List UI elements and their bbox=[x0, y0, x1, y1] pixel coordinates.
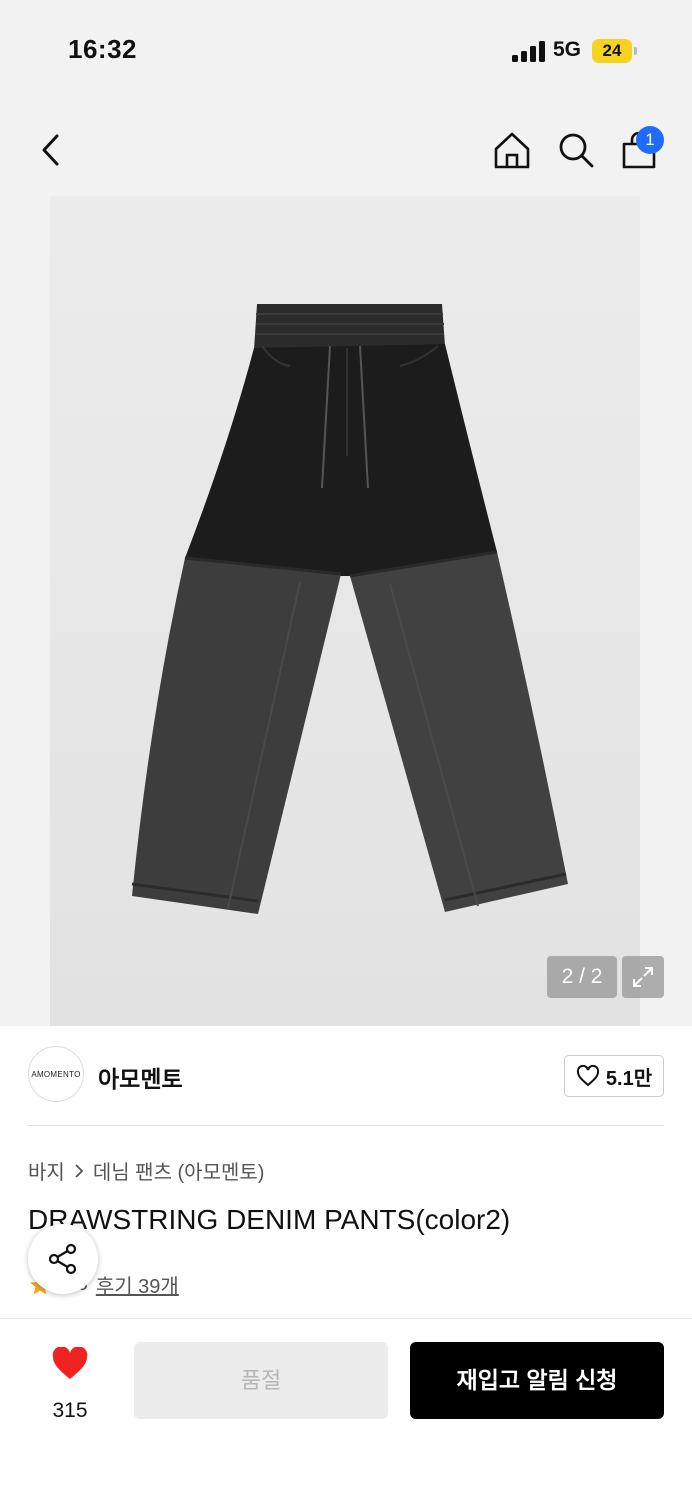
share-icon bbox=[48, 1243, 77, 1275]
wishlist-button[interactable]: 315 bbox=[28, 1346, 112, 1427]
expand-icon bbox=[633, 967, 653, 987]
breadcrumb-category[interactable]: 바지 bbox=[28, 1156, 65, 1185]
back-button[interactable] bbox=[28, 128, 72, 172]
image-pager: 2 / 2 bbox=[547, 956, 617, 998]
brand-name[interactable]: 아모멘토 bbox=[98, 1060, 183, 1094]
brand-like-button[interactable]: 5.1만 bbox=[564, 1055, 664, 1097]
battery-icon: 24 bbox=[592, 39, 632, 63]
expand-image-button[interactable] bbox=[622, 956, 664, 998]
restock-alert-button[interactable]: 재입고 알림 신청 bbox=[410, 1342, 664, 1419]
chevron-right-icon bbox=[75, 1163, 84, 1178]
status-time: 16:32 bbox=[68, 34, 137, 64]
product-image-pants bbox=[131, 304, 568, 914]
breadcrumb: 바지 데님 팬츠 (아모멘토) bbox=[28, 1156, 264, 1185]
brand-logo[interactable]: AMOMENTO bbox=[28, 1046, 84, 1102]
soldout-button: 품절 bbox=[134, 1342, 388, 1419]
search-icon bbox=[559, 133, 594, 168]
search-button[interactable] bbox=[552, 126, 600, 174]
network-label: 5G bbox=[553, 38, 582, 61]
share-button[interactable] bbox=[28, 1224, 98, 1294]
breadcrumb-subcategory[interactable]: 데님 팬츠 (아모멘토) bbox=[93, 1156, 265, 1185]
nav-bar bbox=[0, 100, 692, 196]
divider bbox=[28, 1125, 664, 1126]
wishlist-count: 315 bbox=[52, 1399, 88, 1422]
home-button[interactable] bbox=[488, 126, 536, 174]
heart-filled-icon bbox=[52, 1346, 88, 1379]
product-title: DRAWSTRING DENIM PANTS(color2) bbox=[28, 1204, 511, 1235]
status-bar: 16:32 5G 24 bbox=[0, 0, 692, 100]
brand-like-count: 5.1만 bbox=[605, 1067, 653, 1090]
bottom-action-bar: 315 품절 재입고 알림 신청 bbox=[0, 1318, 692, 1500]
home-icon bbox=[494, 132, 530, 169]
reviews-link[interactable]: 후기 39개 bbox=[96, 1270, 179, 1299]
signal-icon bbox=[512, 40, 548, 62]
battery-nub bbox=[634, 47, 637, 55]
cart-count-badge: 1 bbox=[636, 126, 664, 154]
back-arrow-icon bbox=[42, 134, 59, 166]
heart-outline-icon bbox=[576, 1065, 599, 1087]
brand-row: AMOMENTO 아모멘토 5.1만 bbox=[0, 1026, 692, 1126]
product-image-gallery[interactable]: 2 / 2 bbox=[0, 196, 692, 1026]
